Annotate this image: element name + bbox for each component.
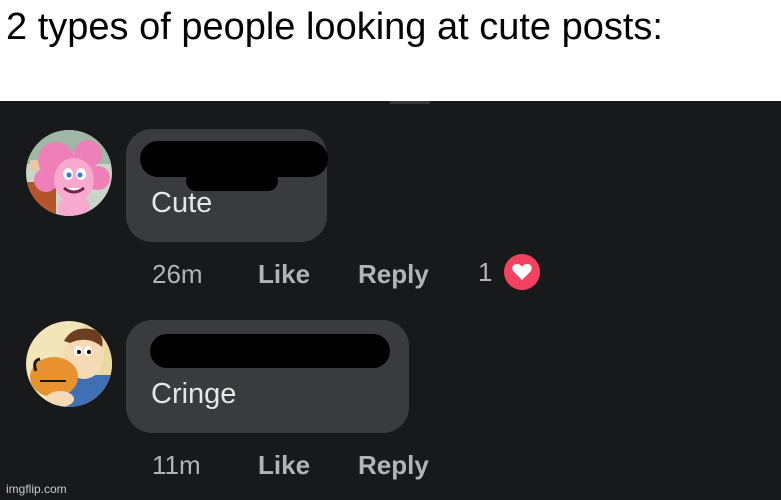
avatar[interactable] [26, 321, 112, 407]
reply-button[interactable]: Reply [358, 450, 429, 481]
comment-text: Cute [151, 187, 213, 219]
comment-text: Cringe [151, 378, 237, 410]
comment-timestamp: 11m [152, 450, 201, 480]
meme-caption: 2 types of people looking at cute posts: [6, 6, 663, 48]
comment-bubble[interactable]: Cringe [126, 320, 409, 433]
reaction-badge[interactable] [502, 252, 542, 292]
avatar[interactable] [26, 130, 112, 216]
comment-thread: Cute 26m Like Reply 1 Cringe 11m Like Re… [0, 101, 781, 500]
truncated-text-fragment [390, 101, 430, 104]
like-button[interactable]: Like [258, 259, 310, 290]
comment-timestamp: 26m [152, 259, 203, 289]
pony-avatar-image [26, 130, 112, 216]
like-button[interactable]: Like [258, 450, 310, 481]
cartoon-man-avatar-image [26, 321, 112, 407]
comment-bubble[interactable]: Cute [126, 129, 328, 242]
reaction-count: 1 [478, 257, 493, 287]
reply-button[interactable]: Reply [358, 259, 429, 290]
watermark: imgflip.com [6, 482, 67, 496]
heart-icon [512, 264, 532, 280]
redacted-username [150, 334, 390, 368]
meme-caption-area: 2 types of people looking at cute posts: [0, 0, 781, 101]
